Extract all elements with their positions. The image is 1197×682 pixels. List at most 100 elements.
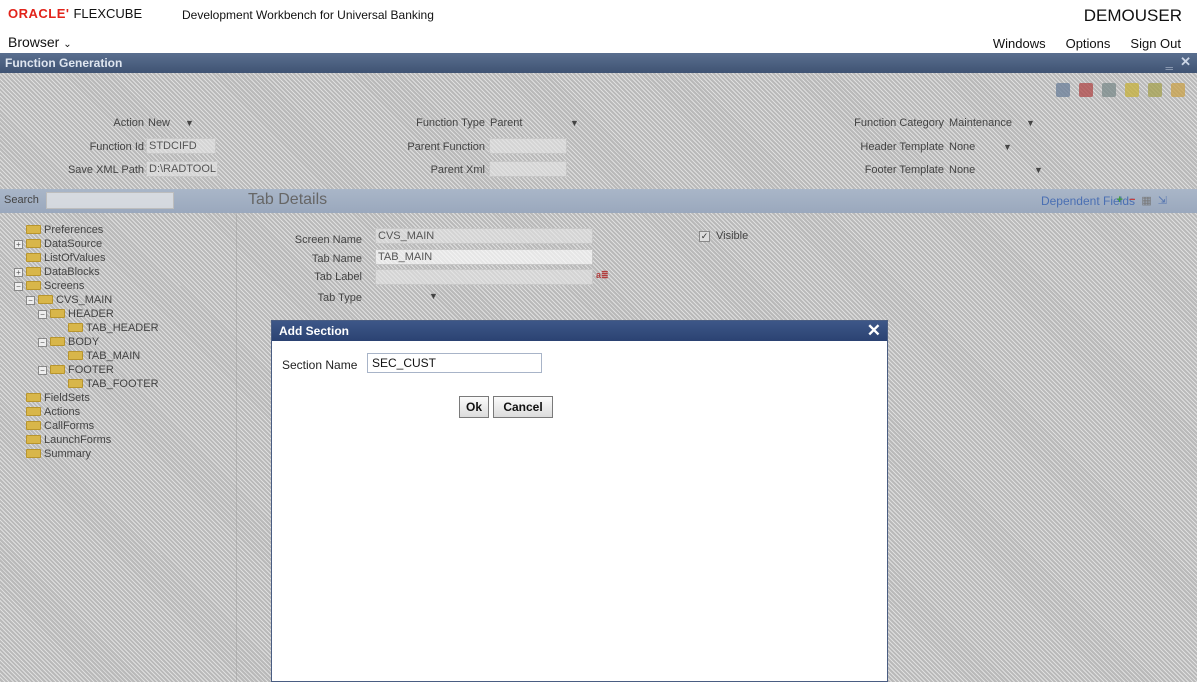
expand-icon[interactable]: +: [14, 240, 23, 249]
collapse-icon[interactable]: −: [26, 296, 35, 305]
footer-template-select[interactable]: None: [949, 164, 975, 176]
tab-type-label: Tab Type: [317, 292, 362, 304]
chevron-down-icon: ▼: [185, 118, 194, 128]
parent-xml-field[interactable]: [489, 161, 567, 177]
close-icon[interactable]: ✕: [867, 321, 881, 341]
expand-icon[interactable]: +: [14, 268, 23, 277]
tree-item[interactable]: FieldSets: [26, 391, 90, 405]
section-name-label: Section Name: [282, 358, 358, 372]
folder-icon: [26, 421, 41, 430]
oracle-flexcube-logo: ORACLE' FLEXCUBE: [8, 6, 142, 21]
tree-item[interactable]: TAB_HEADER: [68, 321, 159, 335]
window-toolbar: [1056, 83, 1185, 97]
add-icon[interactable]: +: [1117, 194, 1123, 207]
window-controls: ‗ ✕: [1166, 54, 1191, 70]
section-name-input[interactable]: [367, 353, 542, 373]
function-id-label: Function Id: [89, 141, 144, 153]
app-header: ORACLE' FLEXCUBE Development Workbench fo…: [0, 0, 1197, 53]
delete-icon[interactable]: [1079, 83, 1093, 97]
grid-icon[interactable]: ▦: [1141, 194, 1151, 207]
collapse-icon[interactable]: −: [38, 338, 47, 347]
tree-item[interactable]: Preferences: [26, 223, 103, 237]
folder-icon: [26, 393, 41, 402]
folder-icon: [50, 309, 65, 318]
folder-icon: [50, 365, 65, 374]
screen-name-field[interactable]: CVS_MAIN: [375, 228, 593, 244]
tree-item[interactable]: − BODY: [38, 335, 99, 349]
panel-divider: [236, 213, 237, 682]
tab-label-label: Tab Label: [314, 271, 362, 283]
function-type-select[interactable]: Parent: [490, 117, 522, 129]
tree-item[interactable]: + DataBlocks: [14, 265, 100, 279]
sign-out-link[interactable]: Sign Out: [1130, 36, 1181, 51]
screen-name-label: Screen Name: [294, 234, 362, 246]
tab-name-field[interactable]: TAB_MAIN: [375, 249, 593, 265]
list-icon[interactable]: [1102, 83, 1116, 97]
search-input[interactable]: [46, 192, 174, 209]
top-links: Windows Options Sign Out: [993, 36, 1181, 51]
remove-icon[interactable]: −: [1129, 194, 1135, 207]
collapse-icon[interactable]: −: [38, 310, 47, 319]
collapse-icon[interactable]: −: [14, 282, 23, 291]
dialog-titlebar: Add Section ✕: [272, 321, 887, 341]
tree-item[interactable]: TAB_FOOTER: [68, 377, 159, 391]
browser-menu-label: Browser: [8, 34, 60, 50]
action-label: Action: [113, 117, 144, 129]
save-xml-path-label: Save XML Path: [67, 164, 144, 176]
folder-icon: [26, 281, 41, 290]
chevron-down-icon: ▼: [1026, 118, 1035, 128]
save-xml-path-field[interactable]: D:\RADTOOL: [146, 161, 218, 177]
ok-button[interactable]: Ok: [459, 396, 489, 418]
tree-item[interactable]: LaunchForms: [26, 433, 111, 447]
folder-icon: [26, 407, 41, 416]
tree-item[interactable]: − FOOTER: [38, 363, 114, 377]
tree-item[interactable]: ListOfValues: [26, 251, 106, 265]
folder-icon: [26, 225, 41, 234]
tree-item[interactable]: + DataSource: [14, 237, 102, 251]
tree-item[interactable]: − CVS_MAIN: [26, 293, 112, 307]
search-label: Search: [4, 194, 39, 206]
dialog-title: Add Section: [279, 324, 350, 338]
header-template-select[interactable]: None: [949, 141, 975, 153]
export-icon[interactable]: ⇲: [1158, 194, 1167, 207]
options-link[interactable]: Options: [1066, 36, 1111, 51]
cancel-button[interactable]: Cancel: [493, 396, 553, 418]
parent-function-field[interactable]: [489, 138, 567, 154]
tab-name-label: Tab Name: [311, 253, 362, 265]
tree-item[interactable]: CallForms: [26, 419, 94, 433]
minimize-icon[interactable]: ‗: [1166, 54, 1173, 69]
chevron-down-icon: ⌄: [63, 39, 72, 50]
function-id-field[interactable]: STDCIFD: [146, 138, 216, 154]
folder-icon: [68, 323, 83, 332]
close-icon[interactable]: ✕: [1180, 54, 1191, 69]
tree-item[interactable]: TAB_MAIN: [68, 349, 140, 363]
app-subtitle: Development Workbench for Universal Bank…: [182, 8, 434, 22]
action-select[interactable]: New: [148, 117, 170, 129]
browser-menu[interactable]: Browser ⌄: [8, 34, 72, 50]
tab-label-field[interactable]: [375, 269, 593, 285]
generate-icon[interactable]: [1125, 83, 1139, 97]
tree-item[interactable]: − HEADER: [38, 307, 114, 321]
brand-product: FLEXCUBE: [73, 6, 143, 21]
visible-label: Visible: [716, 230, 749, 242]
collapse-icon[interactable]: −: [38, 366, 47, 375]
brand-oracle: ORACLE': [8, 6, 70, 21]
deploy-icon[interactable]: [1148, 83, 1162, 97]
function-category-label: Function Category: [854, 117, 944, 129]
visible-checkbox[interactable]: ✓: [699, 231, 710, 242]
folder-icon: [26, 239, 41, 248]
add-section-dialog: Add Section ✕ Section Name Ok Cancel: [271, 320, 888, 682]
parent-xml-label: Parent Xml: [430, 164, 485, 176]
exit-icon[interactable]: [1171, 83, 1185, 97]
translate-icon[interactable]: a≣: [596, 270, 609, 281]
tab-type-dropdown-icon[interactable]: ▼: [429, 291, 438, 301]
tree-item[interactable]: − Screens: [14, 279, 84, 293]
tree-item[interactable]: Summary: [26, 447, 91, 461]
folder-icon: [38, 295, 53, 304]
function-category-select[interactable]: Maintenance: [949, 117, 1012, 129]
windows-link[interactable]: Windows: [993, 36, 1046, 51]
tree-item[interactable]: Actions: [26, 405, 80, 419]
save-icon[interactable]: [1056, 83, 1070, 97]
window-titlebar: Function Generation ‗ ✕: [0, 53, 1197, 73]
footer-template-label: Footer Template: [864, 164, 944, 176]
